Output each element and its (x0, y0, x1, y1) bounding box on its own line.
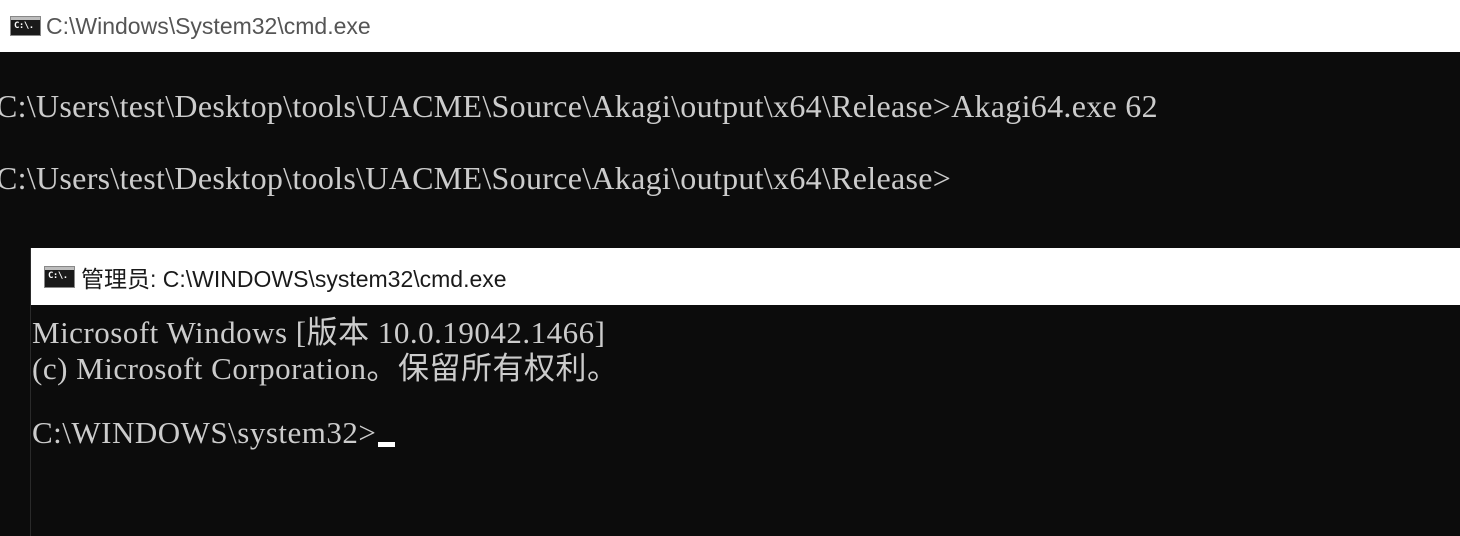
text-cursor (378, 442, 396, 447)
console-prompt-row[interactable]: C:\WINDOWS\system32> (32, 415, 396, 451)
cmd-icon-text: C:\. (14, 21, 34, 31)
inner-title-bar[interactable]: C:\. 管理员: C:\WINDOWS\system32\cmd.exe (31, 248, 1460, 305)
cmd-icon-bar (11, 17, 40, 20)
cmd-icon: C:\. (10, 16, 41, 36)
outer-cmd-window: C:\. C:\Windows\System32\cmd.exe C:\User… (0, 0, 1460, 536)
console-prompt: C:\WINDOWS\system32> (32, 415, 377, 450)
console-line-command: C:\Users\test\Desktop\tools\UACME\Source… (0, 88, 1158, 124)
cmd-icon: C:\. (44, 265, 75, 288)
cmd-icon-text: C:\. (48, 270, 68, 281)
outer-title-bar[interactable]: C:\. C:\Windows\System32\cmd.exe (0, 0, 1460, 52)
console-line-prompt: C:\Users\test\Desktop\tools\UACME\Source… (0, 160, 952, 196)
inner-console-output[interactable]: Microsoft Windows [版本 10.0.19042.1466] (… (31, 305, 1460, 536)
outer-window-title: C:\Windows\System32\cmd.exe (46, 12, 371, 39)
console-line-copyright: (c) Microsoft Corporation。保留所有权利。 (32, 351, 619, 386)
inner-window-title: 管理员: C:\WINDOWS\system32\cmd.exe (81, 265, 507, 292)
inner-admin-cmd-window[interactable]: C:\. 管理员: C:\WINDOWS\system32\cmd.exe Mi… (30, 248, 1460, 536)
cmd-icon-bar (45, 266, 74, 270)
